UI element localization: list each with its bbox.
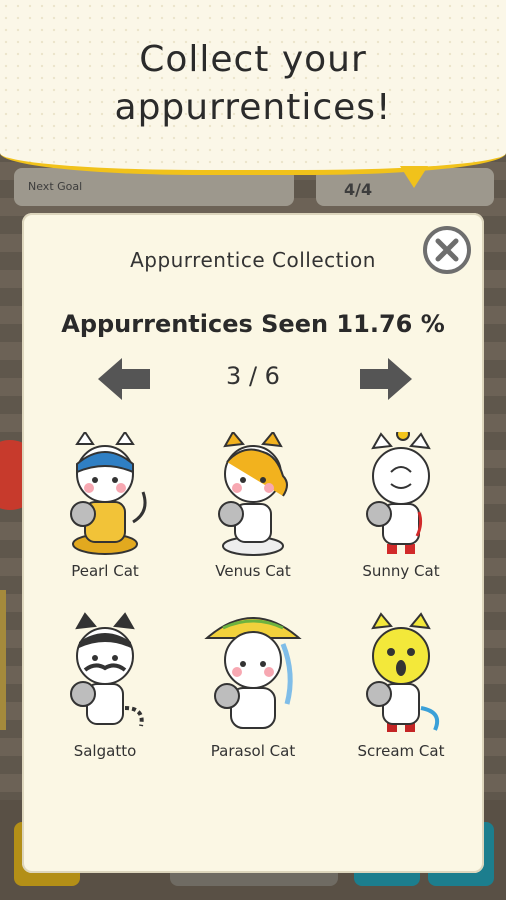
- background-goal-label: Next Goal: [28, 180, 83, 193]
- venus-cat-icon: [218, 432, 288, 556]
- background-count-value: 4/4: [344, 180, 373, 199]
- cat-name: Parasol Cat: [210, 742, 296, 760]
- panel-title: Appurrentice Collection: [130, 248, 376, 272]
- cat-name: Venus Cat: [215, 562, 291, 580]
- cat-name: Scream Cat: [357, 742, 445, 760]
- salgatto-icon: [70, 612, 144, 727]
- arrow-left-icon: [98, 358, 150, 400]
- banner-title: Collect your appurrentices!: [114, 39, 392, 128]
- arrow-right-icon: [360, 358, 412, 400]
- cat-name: Pearl Cat: [71, 562, 139, 580]
- parasol-cat-icon: [204, 617, 302, 729]
- next-page-button[interactable]: [356, 356, 416, 402]
- cat-card-scream[interactable]: Scream Cat: [326, 612, 476, 782]
- cat-card-salgatto[interactable]: Salgatto: [30, 612, 180, 782]
- cat-card-parasol[interactable]: Parasol Cat: [178, 604, 328, 774]
- cat-name: Sunny Cat: [362, 562, 440, 580]
- cat-card-sunny[interactable]: Sunny Cat: [326, 432, 476, 602]
- seen-percentage: Appurrentices Seen 11.76 %: [61, 310, 445, 338]
- cat-name: Salgatto: [73, 742, 137, 760]
- top-banner: Collect your appurrentices!: [0, 0, 506, 175]
- scream-cat-icon: [366, 612, 440, 732]
- cat-card-pearl[interactable]: Pearl Cat: [30, 432, 180, 602]
- cat-card-venus[interactable]: Venus Cat: [178, 432, 328, 602]
- pearl-cat-icon: [70, 432, 147, 555]
- banner-tail: [400, 166, 428, 188]
- page-indicator: 3 / 6: [226, 362, 280, 390]
- previous-page-button[interactable]: [94, 356, 154, 402]
- sunny-cat-icon: [366, 432, 431, 554]
